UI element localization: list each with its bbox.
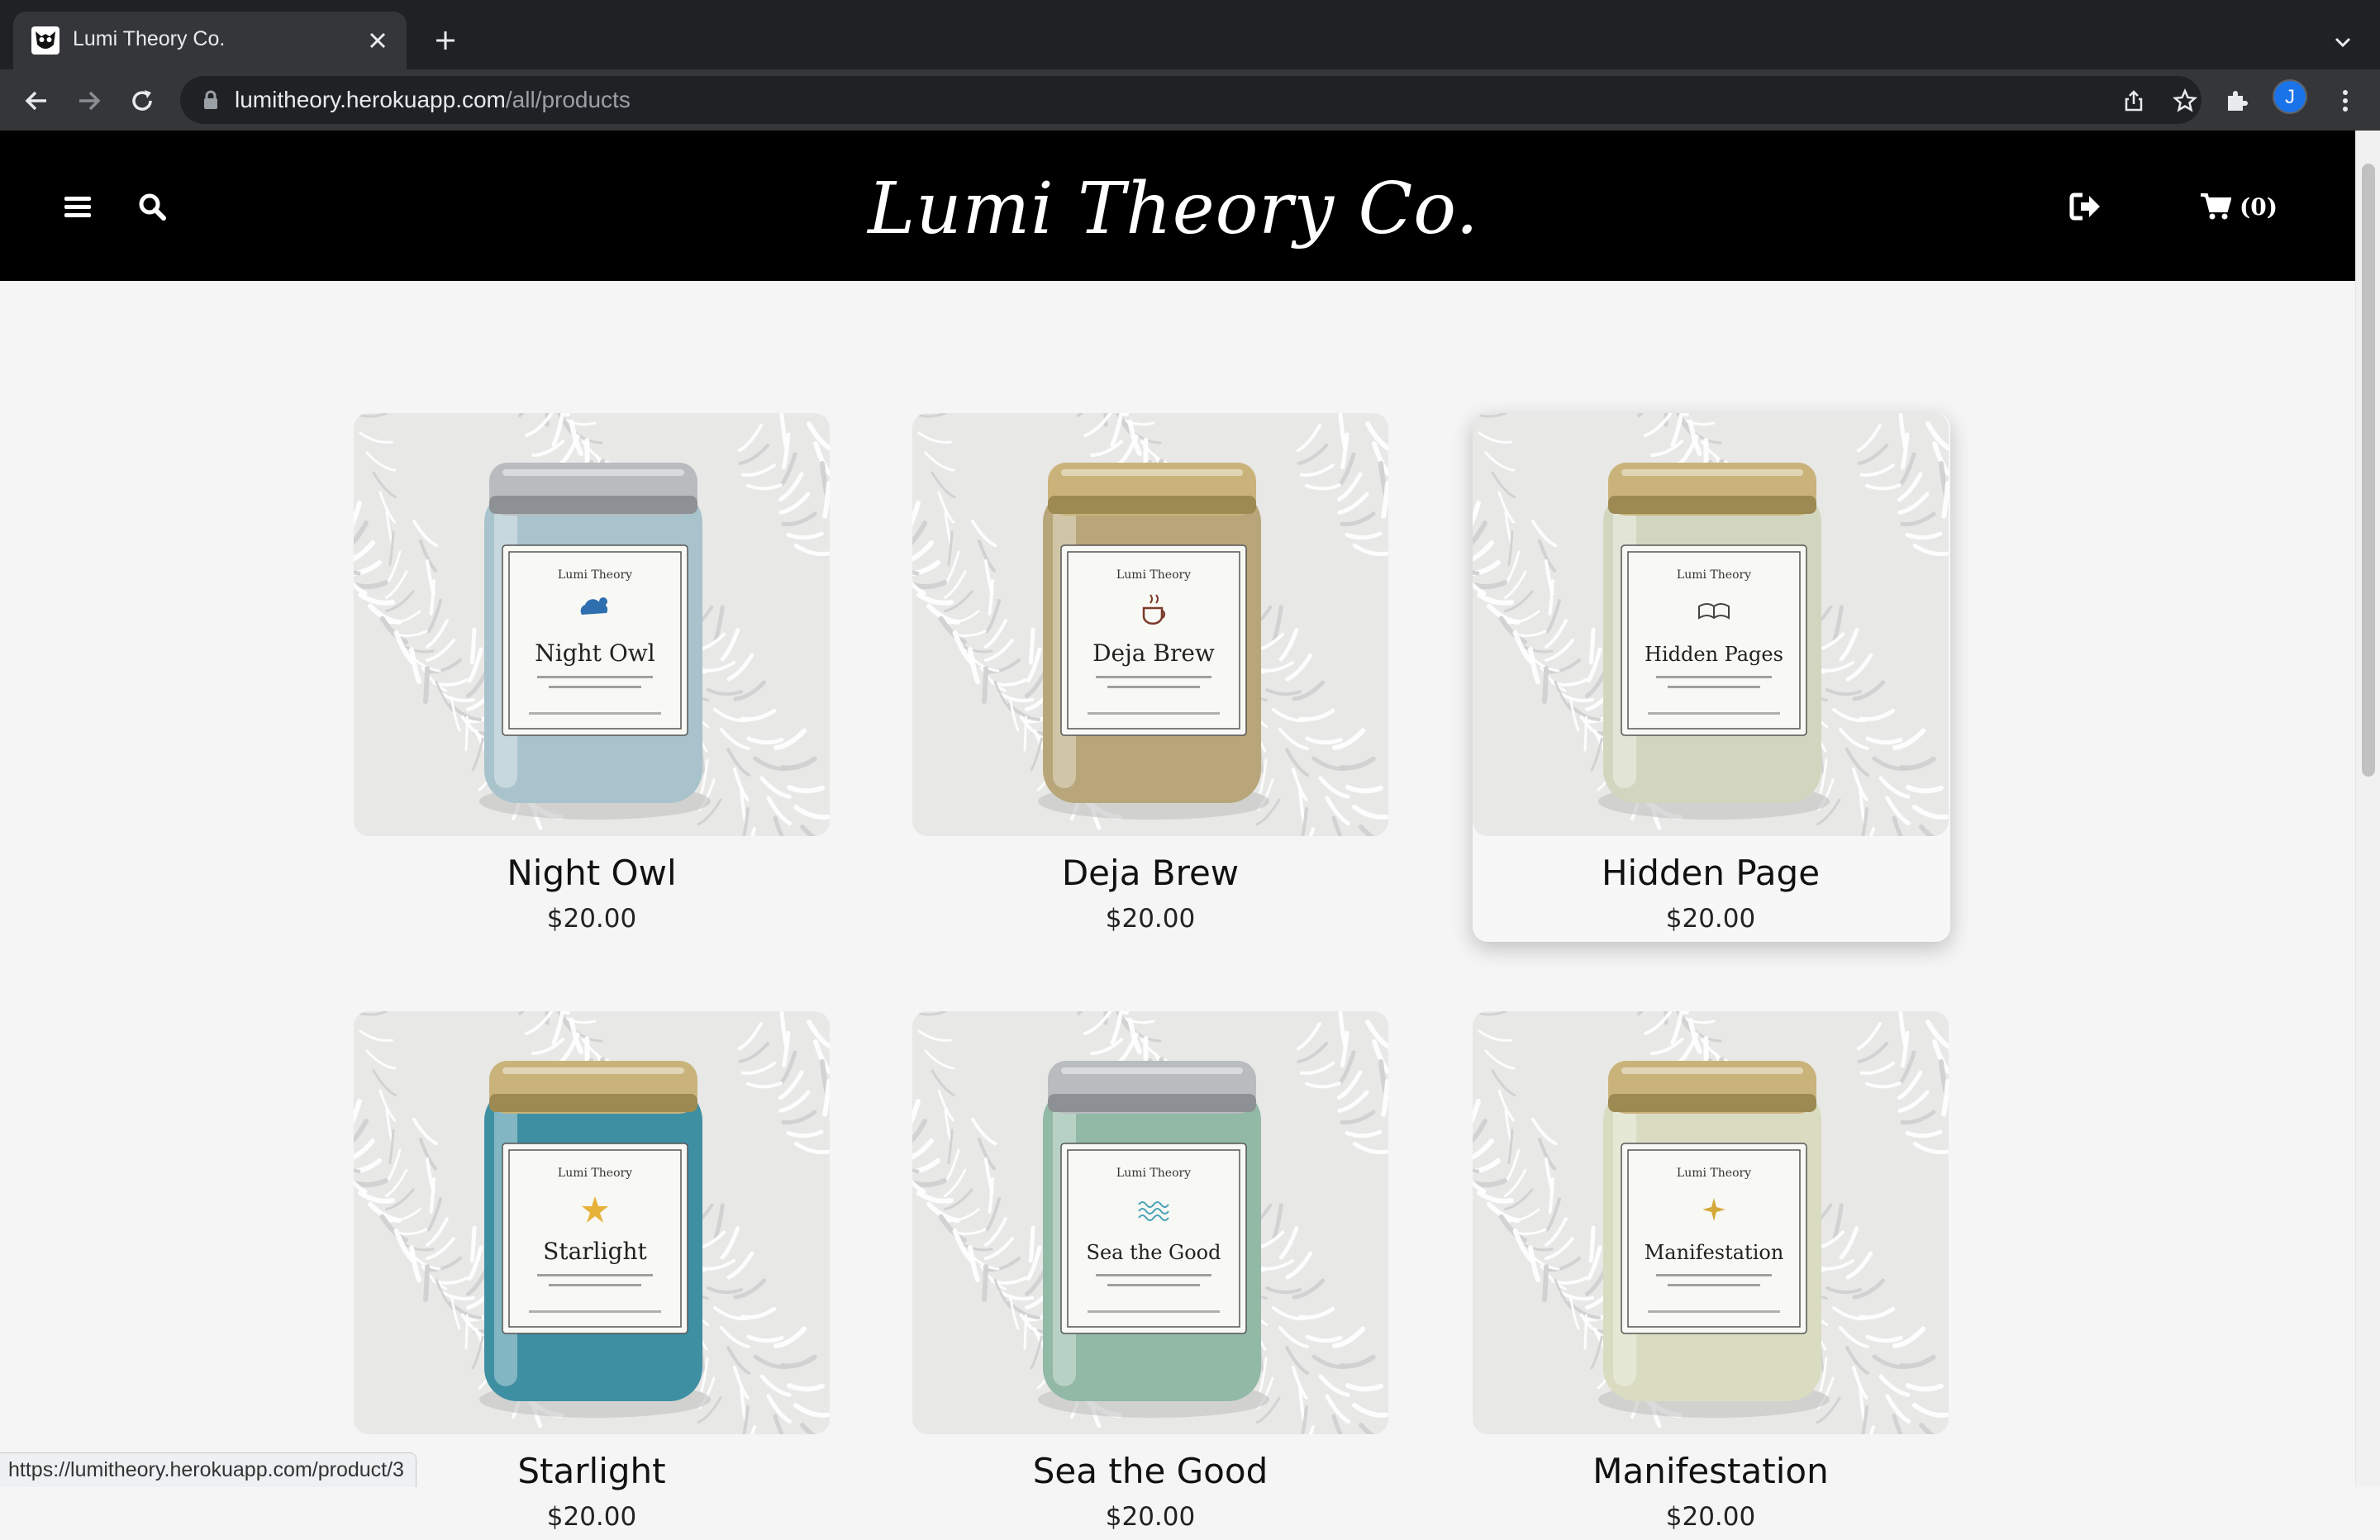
site-header: Lumi Theory Co. (0) (0, 131, 2355, 281)
tab-search-chevron-icon[interactable] (2329, 28, 2357, 56)
candle-jar-image: Lumi Theory Hidden Pages (1473, 413, 1949, 836)
profile-avatar[interactable]: J (2273, 79, 2307, 114)
profile-initial: J (2285, 86, 2295, 108)
site-logo[interactable]: Lumi Theory Co. (868, 164, 1478, 254)
forward-arrow-icon[interactable] (73, 84, 106, 117)
shopping-cart-icon (2201, 193, 2231, 220)
close-tab-icon[interactable] (364, 26, 392, 55)
reload-icon[interactable] (126, 84, 159, 117)
svg-text:Starlight: Starlight (543, 1238, 647, 1265)
product-name[interactable]: Deja Brew (912, 853, 1388, 893)
product-image[interactable]: Lumi Theory Hidden Pages (1473, 413, 1949, 836)
product-price: $20.00 (1105, 1502, 1196, 1532)
scrollbar-thumb[interactable] (2362, 164, 2375, 777)
product-price: $20.00 (1105, 904, 1196, 934)
lock-icon (204, 90, 217, 109)
address-bar[interactable]: lumitheory.herokuapp.com/all/products (180, 76, 2202, 124)
svg-text:Manifestation: Manifestation (1645, 1241, 1784, 1264)
site-logo-text: Lumi Theory Co. (868, 168, 1479, 250)
product-image[interactable]: Lumi Theory Manifestation (1473, 1011, 1949, 1434)
share-icon[interactable] (2119, 86, 2149, 116)
extensions-puzzle-icon[interactable] (2220, 84, 2253, 117)
cart-count: (0) (2240, 192, 2278, 221)
sign-out-icon[interactable] (2069, 192, 2102, 221)
svg-text:Lumi Theory: Lumi Theory (1116, 1167, 1191, 1180)
svg-text:Lumi Theory: Lumi Theory (558, 568, 632, 582)
product-name[interactable]: Manifestation (1473, 1451, 1949, 1491)
product-grid: Lumi Theory Night Owl Night Owl $20.00 L… (0, 281, 2355, 1532)
product-card[interactable]: Lumi Theory Hidden Pages Hidden Page $20… (1473, 413, 1950, 942)
bookmark-star-icon[interactable] (2170, 86, 2200, 116)
menu-kebab-icon[interactable] (2329, 84, 2362, 117)
owl-favicon-icon (31, 26, 60, 55)
product-price: $20.00 (1665, 904, 1756, 934)
browser-tab[interactable]: Lumi Theory Co. (13, 12, 407, 69)
candle-jar-image: Lumi Theory Starlight (354, 1011, 830, 1434)
tab-title: Lumi Theory Co. (73, 27, 226, 50)
product-name[interactable]: Sea the Good (912, 1451, 1388, 1491)
product-image[interactable]: Lumi Theory Deja Brew (912, 413, 1388, 836)
candle-jar-image: Lumi Theory Sea the Good (912, 1011, 1388, 1434)
cart-button[interactable]: (0) (2200, 188, 2278, 225)
candle-jar-image: Lumi Theory Night Owl (354, 413, 830, 836)
browser-toolbar: lumitheory.herokuapp.com/all/products (0, 69, 2380, 131)
back-arrow-icon[interactable] (20, 84, 53, 117)
product-card[interactable]: Lumi Theory Sea the Good Sea the Good $2… (912, 1011, 1390, 1540)
candle-jar-image: Lumi Theory Deja Brew (912, 413, 1388, 836)
url-host: lumitheory.herokuapp.com (235, 87, 506, 112)
hamburger-menu-icon[interactable] (64, 197, 91, 218)
product-price: $20.00 (546, 1502, 637, 1532)
product-card[interactable]: Lumi Theory Night Owl Night Owl $20.00 (354, 413, 831, 942)
status-bar-link-preview: https://lumitheory.herokuapp.com/product… (0, 1452, 416, 1487)
product-price: $20.00 (1665, 1502, 1756, 1532)
product-name[interactable]: Starlight (354, 1451, 830, 1491)
page-scrollbar[interactable] (2355, 131, 2380, 1487)
svg-text:Lumi Theory: Lumi Theory (558, 1167, 632, 1180)
product-name[interactable]: Hidden Page (1473, 853, 1949, 893)
search-icon[interactable] (137, 192, 167, 221)
svg-text:Deja Brew: Deja Brew (1092, 639, 1215, 667)
product-image[interactable]: Lumi Theory Sea the Good (912, 1011, 1388, 1434)
product-image[interactable]: Lumi Theory Night Owl (354, 413, 830, 836)
new-tab-icon[interactable] (431, 26, 459, 55)
product-card[interactable]: Lumi Theory Starlight Starlight $20.00 (354, 1011, 831, 1540)
browser-tabstrip: Lumi Theory Co. (0, 0, 2380, 69)
candle-jar-image: Lumi Theory Manifestation (1473, 1011, 1949, 1434)
url-path: /all/products (505, 87, 631, 112)
url-text: lumitheory.herokuapp.com/all/products (235, 87, 631, 113)
product-name[interactable]: Night Owl (354, 853, 830, 893)
product-card[interactable]: Lumi Theory Deja Brew Deja Brew $20.00 (912, 413, 1390, 942)
product-card[interactable]: Lumi Theory Manifestation Manifestation … (1473, 1011, 1950, 1540)
svg-text:Hidden Pages: Hidden Pages (1645, 643, 1783, 666)
product-image[interactable]: Lumi Theory Starlight (354, 1011, 830, 1434)
svg-text:Sea the Good: Sea the Good (1087, 1241, 1221, 1264)
svg-text:Lumi Theory: Lumi Theory (1116, 568, 1191, 582)
svg-text:Lumi Theory: Lumi Theory (1677, 568, 1751, 582)
svg-text:Night Owl: Night Owl (535, 639, 654, 667)
product-price: $20.00 (546, 904, 637, 934)
svg-text:Lumi Theory: Lumi Theory (1677, 1167, 1751, 1180)
